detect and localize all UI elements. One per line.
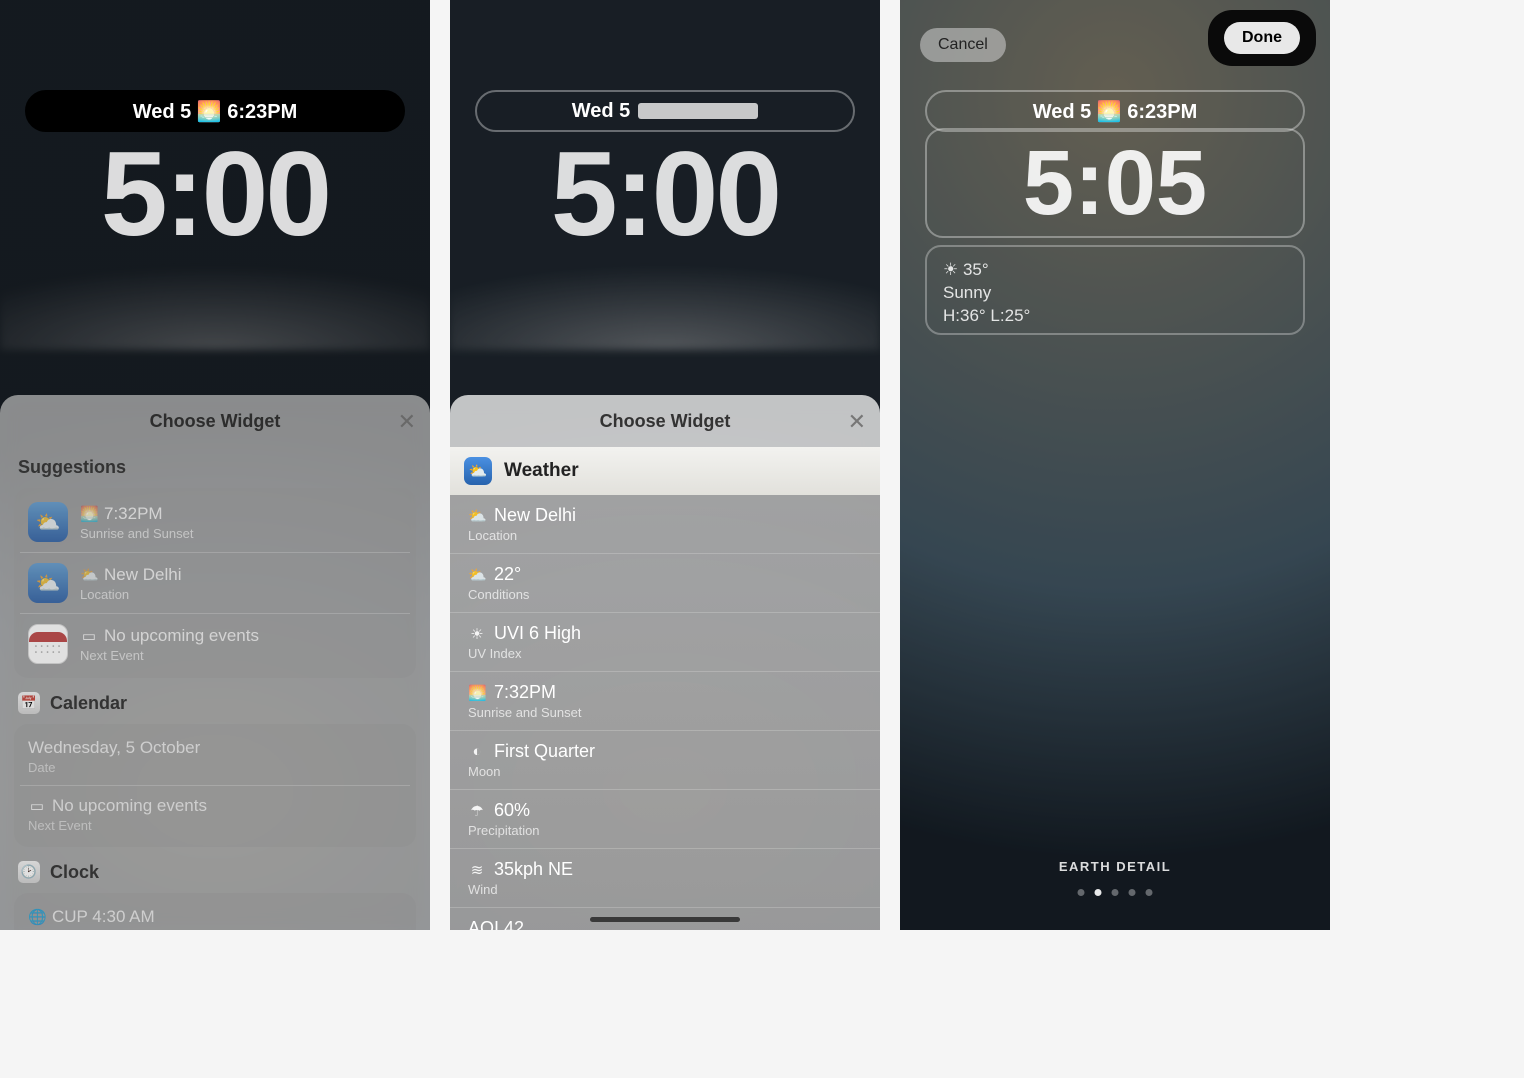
page-dot [1078, 889, 1085, 896]
lockscreen-time-frame[interactable]: 5:05 [925, 128, 1305, 238]
cloud-icon: ⛅ [80, 566, 98, 584]
clock-app-icon: 🕑 [18, 861, 40, 883]
list-item[interactable]: ⛅ 🌅7:32PM Sunrise and Sunset [20, 492, 410, 553]
umbrella-icon: ☂ [468, 802, 486, 820]
clock-heading[interactable]: 🕑 Clock [18, 861, 412, 883]
phone-screen-1: Wed 5 🌅 6:23PM 5:00 Choose Widget ✕ Sugg… [0, 0, 430, 930]
clock-card: 🌐CUP 4:30 AM City [14, 893, 416, 930]
date-pill-text: Wed 5 🌅 6:23PM [1033, 99, 1198, 124]
page-indicator[interactable] [1078, 889, 1153, 896]
calendar-heading[interactable]: 📅 Calendar [18, 692, 412, 714]
sunset-icon: 🌅 [468, 684, 486, 702]
calendar-glyph-icon: ▭ [28, 797, 46, 815]
list-item[interactable]: Wednesday, 5 October Date [20, 728, 410, 786]
wallpaper-name-label: EARTH DETAIL [1059, 859, 1171, 874]
widget-condition: Sunny [943, 282, 1287, 305]
list-item[interactable]: ⛅New Delhi Location [450, 495, 880, 554]
page-dot [1112, 889, 1119, 896]
sheet-title: Choose Widget [600, 411, 731, 432]
widget-temperature: ☀ 35° [943, 259, 1287, 282]
lockscreen-time: 5:00 [551, 125, 779, 263]
suggestions-card: ⛅ 🌅7:32PM Sunrise and Sunset ⛅ ⛅New Delh… [14, 488, 416, 678]
weather-app-header[interactable]: ⛅ Weather [450, 447, 880, 495]
calendar-card: Wednesday, 5 October Date ▭No upcoming e… [14, 724, 416, 847]
page-dot [1129, 889, 1136, 896]
list-item[interactable]: 🌐CUP 4:30 AM City [20, 897, 410, 930]
sunset-icon: 🌅 [80, 505, 98, 523]
done-button[interactable]: Done [1224, 22, 1300, 54]
choose-widget-sheet[interactable]: Choose Widget ✕ Suggestions ⛅ 🌅7:32PM Su… [0, 395, 430, 930]
weather-icon: ⛅ [28, 502, 68, 542]
list-item[interactable]: 🌅7:32PM Sunrise and Sunset [450, 672, 880, 731]
list-item[interactable]: ☂60% Precipitation [450, 790, 880, 849]
list-item[interactable]: ◐First Quarter Moon [450, 731, 880, 790]
choose-widget-sheet[interactable]: Choose Widget ✕ ⛅ Weather ⛅New Delhi Loc… [450, 395, 880, 930]
sun-icon: ☀ [468, 625, 486, 643]
list-item[interactable]: ⛅ ⛅New Delhi Location [20, 553, 410, 614]
weather-app-icon: ⛅ [464, 457, 492, 485]
date-pill-text: Wed 5 🌅 6:23PM [133, 99, 298, 124]
suggestions-heading: Suggestions [18, 457, 412, 478]
list-item[interactable]: ☀UVI 6 High UV Index [450, 613, 880, 672]
sheet-title: Choose Widget [150, 411, 281, 432]
list-item[interactable]: ≋35kph NE Wind [450, 849, 880, 908]
phone-screen-3: Cancel Done Wed 5 🌅 6:23PM 5:05 ☀ 35° Su… [900, 0, 1330, 930]
widget-hilow: H:36° L:25° [943, 305, 1287, 328]
cloud-icon: ⛅ [468, 566, 486, 584]
list-item[interactable]: • • • • •• • • • • ▭No upcoming events N… [20, 614, 410, 674]
wind-icon: ≋ [468, 861, 486, 879]
calendar-app-icon: 📅 [18, 692, 40, 714]
cloud-icon: ⛅ [468, 507, 486, 525]
list-item[interactable]: ▭No upcoming events Next Event [20, 786, 410, 843]
lockscreen-time: 5:05 [1023, 131, 1207, 236]
page-dot [1146, 889, 1153, 896]
date-widget-pill[interactable]: Wed 5 🌅 6:23PM [925, 90, 1305, 132]
phone-screen-2: Wed 5 5:00 Choose Widget ✕ ⛅ Weather ⛅Ne… [450, 0, 880, 930]
close-icon[interactable]: ✕ [848, 409, 866, 435]
done-highlight: Done [1208, 10, 1316, 66]
globe-icon: 🌐 [28, 908, 46, 926]
weather-app-label: Weather [504, 460, 579, 482]
date-pill-text: Wed 5 [572, 100, 631, 123]
close-icon[interactable]: ✕ [398, 409, 416, 435]
calendar-glyph-icon: ▭ [80, 627, 98, 645]
calendar-icon: • • • • •• • • • • [28, 624, 68, 664]
weather-widget-list: ⛅New Delhi Location ⛅22° Conditions ☀UVI… [450, 495, 880, 930]
home-indicator[interactable] [590, 917, 740, 922]
weather-icon: ⛅ [28, 563, 68, 603]
redacted-block [638, 103, 758, 119]
sheet-header: Choose Widget ✕ [450, 395, 880, 447]
sheet-header: Choose Widget ✕ [0, 395, 430, 447]
moon-icon: ◐ [468, 743, 486, 760]
list-item[interactable]: ⛅22° Conditions [450, 554, 880, 613]
cancel-button[interactable]: Cancel [920, 28, 1006, 62]
lockscreen-time: 5:00 [101, 125, 329, 263]
weather-widget-slot[interactable]: ☀ 35° Sunny H:36° L:25° [925, 245, 1305, 335]
page-dot [1095, 889, 1102, 896]
